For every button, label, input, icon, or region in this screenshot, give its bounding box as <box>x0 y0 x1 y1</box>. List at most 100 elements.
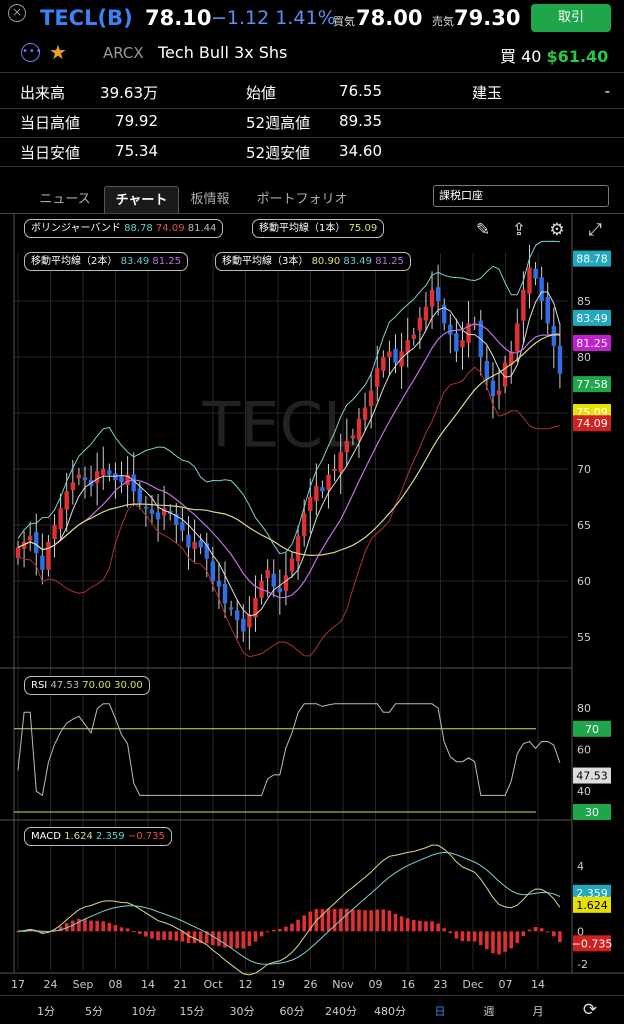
candle-body <box>484 361 490 380</box>
stat-label-open-interest: 建玉 <box>472 84 503 102</box>
x-axis-label: Sep <box>73 978 94 991</box>
timeframe-3[interactable]: 15分 <box>172 1003 212 1019</box>
candle-body <box>314 485 319 502</box>
candle-body <box>137 488 142 503</box>
x-axis-label: 07 <box>499 978 513 991</box>
indicator-macd[interactable]: MACD 1.624 2.359 −0.735 <box>24 827 172 846</box>
ma2-value-1: 83.49 <box>120 256 150 267</box>
timeframe-8[interactable]: 日 <box>420 1003 460 1019</box>
macd-histogram-bar <box>253 931 258 942</box>
macd-histogram-bar <box>363 910 367 932</box>
candle-body <box>222 583 228 604</box>
x-axis-label: 09 <box>369 978 383 991</box>
price-axis-tick: 65 <box>577 519 591 532</box>
macd-histogram-bar <box>235 931 239 949</box>
watermark: TECL <box>202 389 358 462</box>
macd-histogram-bar <box>369 910 373 932</box>
position-pnl: $61.40 <box>546 47 609 66</box>
timeframe-0[interactable]: 1分 <box>26 1003 66 1019</box>
exchange-label: ARCX <box>103 44 144 62</box>
timeframe-6[interactable]: 240分 <box>321 1003 361 1019</box>
candle-body <box>515 323 520 352</box>
candle-body <box>210 561 216 581</box>
favorite-star-icon[interactable]: ★ <box>49 40 67 64</box>
timeframe-9[interactable]: 週 <box>469 1003 509 1019</box>
x-axis-label: 08 <box>109 978 123 991</box>
timeframe-5[interactable]: 60分 <box>272 1003 312 1019</box>
macd-histogram-bar <box>411 920 416 932</box>
macd-histogram-bar <box>144 931 148 937</box>
macd-histogram-bar <box>211 931 215 946</box>
draw-pen-icon[interactable]: ✎ <box>472 219 494 241</box>
share-icon[interactable]: ⇪ <box>508 219 530 241</box>
settings-gear-icon[interactable]: ⚙ <box>546 219 568 241</box>
refresh-icon[interactable]: ⟳ <box>578 999 602 1021</box>
timeframe-2[interactable]: 10分 <box>124 1003 164 1019</box>
candle-body <box>180 522 185 531</box>
divider <box>0 108 624 109</box>
indicator-rsi[interactable]: RSI 47.53 70.00 30.00 <box>24 676 150 695</box>
instrument-name: Tech Bull 3x Shs <box>158 43 288 62</box>
price-badge-label: 77.58 <box>576 378 608 391</box>
stat-label-day-high: 当日高値 <box>20 114 81 132</box>
price-badge-label: 88.78 <box>576 253 608 266</box>
macd-histogram-bar <box>259 931 264 937</box>
expand-icon[interactable]: ⤢ <box>584 219 606 241</box>
tab-order-book[interactable]: 板情報 <box>182 186 238 214</box>
account-select[interactable]: 課税口座 <box>433 185 609 207</box>
macd-histogram-bar <box>107 922 112 932</box>
candle-body <box>235 610 240 621</box>
macd-histogram-bar <box>162 931 166 940</box>
indicator-ma2[interactable]: 移動平均線（2本） 83.49 81.25 <box>24 252 189 271</box>
candle-body <box>192 541 197 549</box>
ma1-value: 75.09 <box>348 223 378 234</box>
trade-button[interactable]: 取引 <box>531 4 611 32</box>
timeframe-1[interactable]: 5分 <box>74 1003 114 1019</box>
candle-body <box>423 306 429 321</box>
rsi-badge-label: 70 <box>585 723 599 736</box>
macd-histogram-bar <box>302 915 306 932</box>
macd-histogram-bar <box>174 931 179 941</box>
x-axis-label: 12 <box>239 978 253 991</box>
macd-signal: 2.359 <box>96 831 125 842</box>
macd-histogram-bar <box>296 919 300 932</box>
price-chart[interactable]: TECL8580757065605588.7883.4981.2577.5875… <box>0 213 624 998</box>
stat-label-day-low: 当日安値 <box>20 144 81 162</box>
macd-histogram-bar <box>278 929 282 932</box>
timeframe-10[interactable]: 月 <box>518 1003 558 1019</box>
candle-body <box>527 267 532 294</box>
candle-body <box>34 532 39 553</box>
candle-body <box>356 418 362 440</box>
candle-body <box>375 368 380 387</box>
macd-value: 1.624 <box>64 831 93 842</box>
ticker-symbol: TECL(B) <box>40 6 133 30</box>
macd-badge-label: 1.624 <box>576 899 608 912</box>
candle-body <box>131 474 136 492</box>
candle-body <box>76 474 82 479</box>
candle-body <box>320 487 325 492</box>
divider <box>0 166 624 167</box>
price-axis-tick: 80 <box>577 351 591 364</box>
divider <box>0 995 624 996</box>
timeframe-4[interactable]: 30分 <box>222 1003 262 1019</box>
candle-body <box>332 469 337 471</box>
tab-news[interactable]: ニュース <box>30 186 100 214</box>
macd-histogram-bar <box>241 931 246 949</box>
tab-portfolio[interactable]: ポートフォリオ <box>246 186 358 214</box>
indicator-bollinger[interactable]: ボリンジャーバンド 88.78 74.09 81.44 <box>24 219 224 238</box>
stat-value-52w-high: 89.35 <box>339 112 382 130</box>
candle-body <box>326 474 331 491</box>
macd-histogram-bar <box>320 909 325 932</box>
close-button[interactable]: × <box>8 4 26 22</box>
candle-body <box>149 509 155 514</box>
timeframe-7[interactable]: 480分 <box>370 1003 410 1019</box>
indicator-ma1[interactable]: 移動平均線（1本） 75.09 <box>252 219 385 238</box>
more-options-icon[interactable]: ••• <box>21 43 42 62</box>
candle-body <box>271 573 276 587</box>
macd-histogram-bar <box>405 918 410 932</box>
macd-histogram-bar <box>399 916 404 932</box>
tab-chart[interactable]: チャート <box>104 186 179 214</box>
x-axis-label: 17 <box>11 978 25 991</box>
macd-histogram-bar <box>387 910 392 932</box>
indicator-ma3[interactable]: 移動平均線（3本） 80.90 83.49 81.25 <box>215 252 411 271</box>
